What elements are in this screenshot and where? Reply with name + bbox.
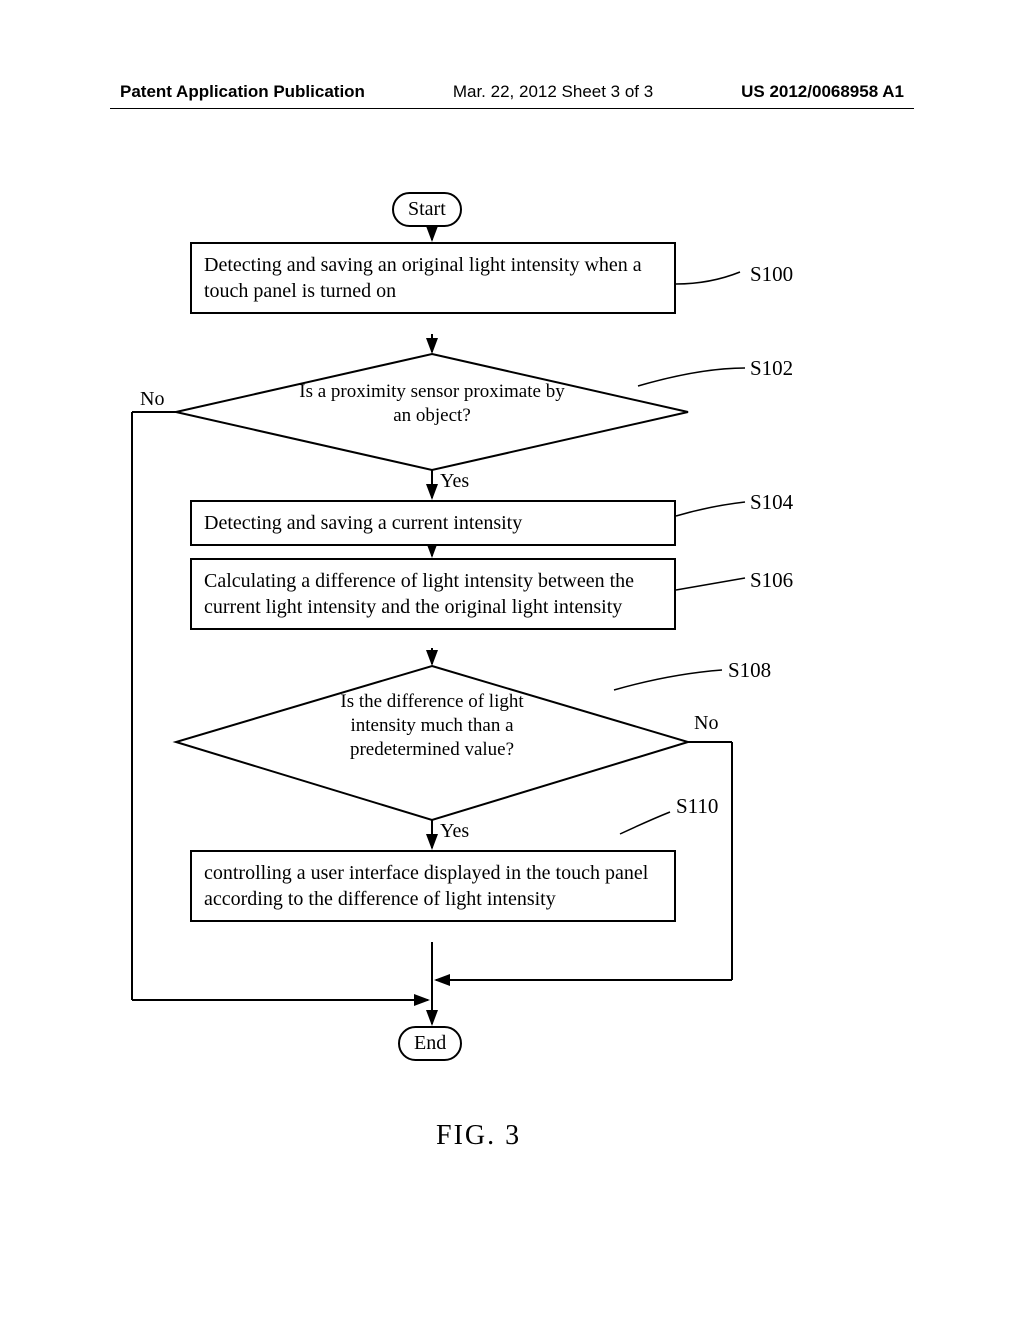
s108-no-label: No: [694, 712, 718, 735]
process-s104-text: Detecting and saving a current intensity: [204, 510, 662, 536]
decision-s108-text: Is the difference of light intensity muc…: [312, 690, 552, 761]
start-label: Start: [408, 198, 446, 220]
header-divider: [110, 108, 914, 109]
process-s110: controlling a user interface displayed i…: [190, 850, 676, 922]
step-label-s104: S104: [750, 490, 793, 515]
process-s106: Calculating a difference of light intens…: [190, 558, 676, 630]
decision-s102-text: Is a proximity sensor proximate by an ob…: [290, 380, 574, 428]
header-left: Patent Application Publication: [120, 82, 365, 102]
s108-yes-label: Yes: [440, 820, 469, 843]
step-label-s106: S106: [750, 568, 793, 593]
header-right: US 2012/0068958 A1: [741, 82, 904, 102]
s102-yes-label: Yes: [440, 470, 469, 493]
process-s110-text: controlling a user interface displayed i…: [204, 860, 662, 912]
flowchart: Start Detecting and saving an original l…: [0, 190, 1024, 1090]
process-s106-text: Calculating a difference of light intens…: [204, 568, 662, 620]
step-label-s102: S102: [750, 356, 793, 381]
page-header: Patent Application Publication Mar. 22, …: [0, 82, 1024, 102]
step-label-s108: S108: [728, 658, 771, 683]
figure-caption: FIG. 3: [436, 1120, 521, 1152]
step-label-s100: S100: [750, 262, 793, 287]
process-s100: Detecting and saving an original light i…: [190, 242, 676, 314]
start-terminator: Start: [392, 192, 462, 227]
s102-no-label: No: [140, 388, 164, 411]
end-terminator: End: [398, 1026, 462, 1061]
end-label: End: [414, 1032, 446, 1054]
header-center: Mar. 22, 2012 Sheet 3 of 3: [453, 82, 653, 102]
step-label-s110: S110: [676, 794, 718, 819]
process-s104: Detecting and saving a current intensity: [190, 500, 676, 546]
process-s100-text: Detecting and saving an original light i…: [204, 252, 662, 304]
